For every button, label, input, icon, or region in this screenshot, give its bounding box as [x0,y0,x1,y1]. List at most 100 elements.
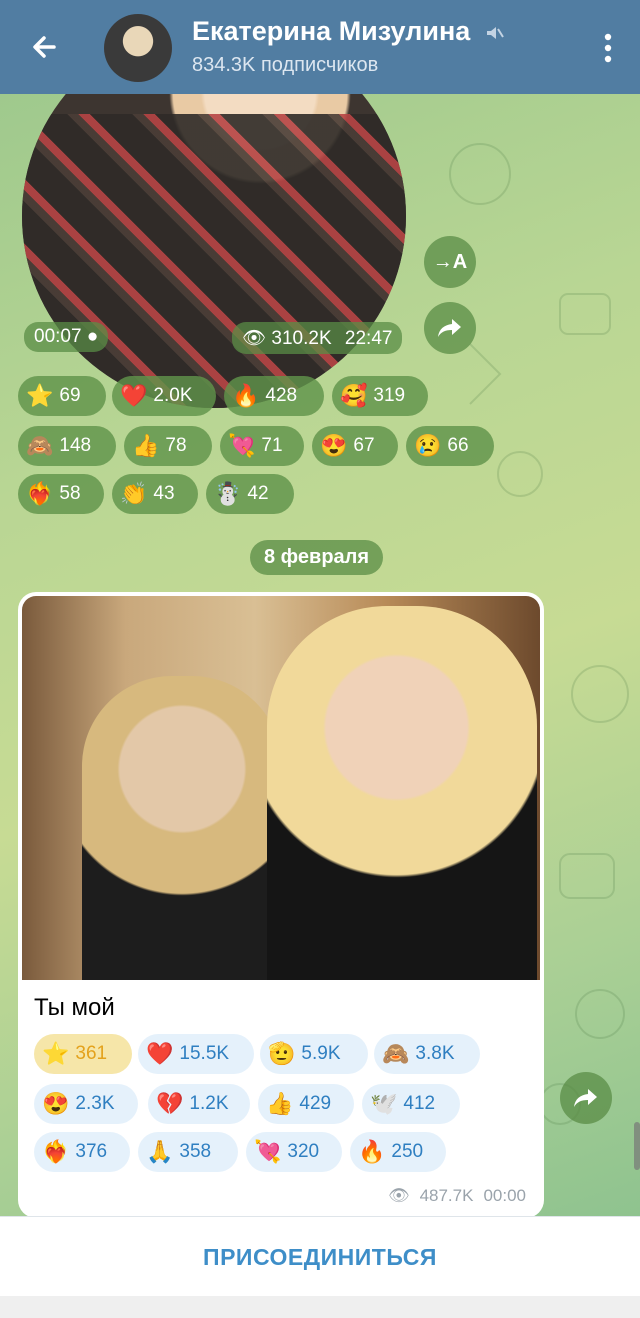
eye-icon: 👁 [242,328,267,349]
date-separator: 8 февраля [250,540,384,575]
reaction-count: 71 [261,435,283,456]
back-arrow-icon[interactable] [24,26,66,68]
message-meta: 👁 487.7K 00:00 [388,1186,526,1206]
reaction-count: 5.9K [301,1043,341,1064]
reaction-count: 358 [179,1141,212,1162]
reaction-chip[interactable]: 💘 320 [246,1132,342,1172]
reaction-count: 412 [403,1093,436,1114]
reaction-chip[interactable]: ⭐ 69 [18,376,106,416]
reaction-emoji: 👍 [266,1091,294,1116]
reaction-emoji: 👍 [132,433,160,458]
reaction-count: 319 [373,385,406,406]
more-menu-icon[interactable] [604,32,612,64]
reaction-count: 58 [59,483,81,504]
reaction-emoji: 😍 [42,1091,70,1116]
reaction-emoji: 🙈 [382,1041,410,1066]
subscriber-count: 834.3K подписчиков [192,54,379,76]
reaction-emoji: 💘 [228,433,256,458]
system-nav-bar [0,1296,640,1318]
reaction-chip[interactable]: 💘 71 [220,426,304,466]
share-arrow-icon [574,1089,597,1107]
reaction-chip[interactable]: 🙈 3.8K [374,1034,480,1074]
reaction-emoji: ❤️ [120,383,148,408]
reaction-emoji: 😍 [320,433,348,458]
reaction-chip[interactable]: 👍 429 [258,1084,354,1124]
reaction-count: 67 [353,435,375,456]
reaction-chip[interactable]: 🔥 250 [350,1132,446,1172]
message-caption: Ты мой [34,994,115,1021]
reaction-chip[interactable]: ❤️ 2.0K [112,376,216,416]
reaction-chip[interactable]: 🥰 319 [332,376,428,416]
forward-button[interactable] [424,302,476,354]
reaction-chip[interactable]: 😢 66 [406,426,494,466]
reaction-emoji: 🕊️ [370,1091,398,1116]
reaction-count: 250 [391,1141,424,1162]
photo-person-right [267,606,537,980]
muted-icon [486,26,504,39]
reaction-count: 361 [75,1043,108,1064]
reaction-emoji: 👏 [120,481,148,506]
reaction-count: 2.0K [153,385,193,406]
reaction-emoji: 🙏 [146,1139,174,1164]
reaction-chip[interactable]: 🙈 148 [18,426,116,466]
scrollbar[interactable] [634,1122,640,1170]
photo-message-bubble[interactable]: Ты мой ⭐ 361 ❤️ 15.5K 🫡 5.9K 🙈 3.8K 😍 2.… [18,592,544,1216]
video-duration-pill: 00:07 ● [24,322,109,352]
reaction-chip[interactable]: 💔 1.2K [148,1084,250,1124]
reaction-emoji: 🥰 [340,383,368,408]
reaction-count: 43 [153,483,175,504]
reaction-count: 376 [75,1141,108,1162]
channel-title-area[interactable]: Екатерина Мизулина [192,16,504,47]
reaction-chip[interactable]: 👏 43 [112,474,198,514]
eye-icon: 👁 [387,1186,410,1205]
reaction-emoji: 💘 [254,1139,282,1164]
reaction-emoji: 🔥 [358,1139,386,1164]
reaction-emoji: ☃️ [214,481,242,506]
reaction-emoji: 😢 [414,433,442,458]
channel-avatar[interactable] [104,14,172,82]
reaction-count: 428 [265,385,298,406]
chat-area[interactable]: 00:07 ● 👁 310.2K 22:47 →A ⭐ 69 ❤️ 2.0K 🔥… [0,94,640,1216]
message-views: 487.7K [419,1186,474,1205]
reaction-chip[interactable]: 🙏 358 [138,1132,238,1172]
reaction-count: 69 [59,385,81,406]
translate-button[interactable]: →A [424,236,476,288]
message-time: 00:00 [483,1186,526,1205]
reaction-count: 15.5K [179,1043,230,1064]
reaction-chip-selected[interactable]: ⭐ 361 [34,1034,132,1074]
reaction-emoji: 🙈 [26,433,54,458]
reaction-emoji: ⭐ [42,1041,70,1066]
reaction-chip[interactable]: ❤️‍🔥 58 [18,474,104,514]
forward-button[interactable] [560,1072,612,1124]
reaction-emoji: ❤️‍🔥 [42,1139,70,1164]
reaction-count: 320 [287,1141,320,1162]
reaction-chip[interactable]: ❤️‍🔥 376 [34,1132,130,1172]
video-duration: 00:07 [34,326,82,347]
photo-person-left [82,676,282,980]
reaction-count: 42 [247,483,269,504]
reaction-count: 3.8K [415,1043,455,1064]
reaction-chip[interactable]: 😍 67 [312,426,398,466]
reaction-count: 1.2K [189,1093,229,1114]
reaction-emoji: ❤️ [146,1041,174,1066]
video-time: 22:47 [344,328,393,349]
reaction-chip[interactable]: 🫡 5.9K [260,1034,368,1074]
join-button[interactable]: ПРИСОЕДИНИТЬСЯ [0,1216,640,1297]
reaction-count: 78 [165,435,187,456]
reaction-chip[interactable]: 👍 78 [124,426,212,466]
reaction-emoji: ❤️‍🔥 [26,481,54,506]
reaction-chip[interactable]: 😍 2.3K [34,1084,138,1124]
message-photo[interactable] [22,596,540,980]
video-meta-pill: 👁 310.2K 22:47 [232,322,403,354]
share-arrow-icon [438,319,461,337]
reaction-emoji: 💔 [156,1091,184,1116]
reaction-chip[interactable]: ☃️ 42 [206,474,294,514]
reaction-chip[interactable]: 🕊️ 412 [362,1084,460,1124]
video-content [22,114,406,408]
reaction-emoji: 🫡 [268,1041,296,1066]
reaction-chip[interactable]: ❤️ 15.5K [138,1034,254,1074]
video-views: 310.2K [271,328,332,349]
reaction-chip[interactable]: 🔥 428 [224,376,324,416]
chat-header: Екатерина Мизулина 834.3K подписчиков [0,0,640,94]
round-video-message[interactable] [22,94,406,408]
